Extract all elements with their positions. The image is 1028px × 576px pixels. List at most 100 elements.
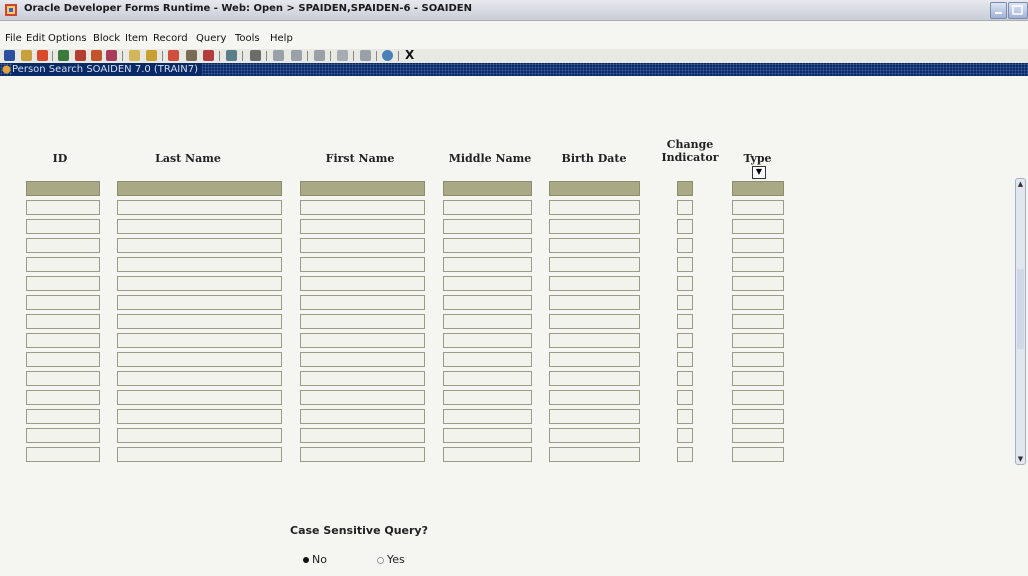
birth-date-field[interactable] — [549, 428, 640, 443]
id-field[interactable] — [26, 314, 100, 329]
type-field[interactable] — [732, 295, 784, 310]
type-field[interactable] — [732, 352, 784, 367]
last-name-field[interactable] — [117, 390, 282, 405]
last-name-field[interactable] — [117, 371, 282, 386]
previous-block-icon[interactable] — [75, 50, 86, 61]
change-indicator-field[interactable] — [677, 428, 693, 443]
case-sensitive-yes-radio[interactable]: Yes — [377, 553, 405, 566]
id-field[interactable] — [26, 257, 100, 272]
first-name-field[interactable] — [300, 333, 425, 348]
first-name-field[interactable] — [300, 257, 425, 272]
edit-field-icon[interactable] — [291, 50, 302, 61]
menu-tools[interactable]: Tools — [235, 33, 260, 44]
middle-name-field[interactable] — [443, 390, 532, 405]
tools-icon[interactable] — [360, 50, 371, 61]
save-icon[interactable] — [4, 50, 15, 61]
birth-date-field[interactable] — [549, 333, 640, 348]
type-field[interactable] — [732, 219, 784, 234]
change-indicator-field[interactable] — [677, 447, 693, 462]
first-name-field[interactable] — [300, 314, 425, 329]
last-name-field[interactable] — [117, 295, 282, 310]
change-indicator-field[interactable] — [677, 352, 693, 367]
last-name-field[interactable] — [117, 257, 282, 272]
menu-item[interactable]: Item — [125, 33, 148, 44]
birth-date-field[interactable] — [549, 200, 640, 215]
birth-date-field[interactable] — [549, 390, 640, 405]
middle-name-field[interactable] — [443, 295, 532, 310]
first-name-field[interactable] — [300, 295, 425, 310]
middle-name-field[interactable] — [443, 428, 532, 443]
last-name-field[interactable] — [117, 314, 282, 329]
first-name-field[interactable] — [300, 276, 425, 291]
insert-record-icon[interactable] — [91, 50, 102, 61]
cancel-query-icon[interactable] — [203, 50, 214, 61]
last-name-field[interactable] — [117, 276, 282, 291]
birth-date-field[interactable] — [549, 352, 640, 367]
menu-help[interactable]: Help — [270, 33, 293, 44]
change-indicator-field[interactable] — [677, 314, 693, 329]
id-field[interactable] — [26, 295, 100, 310]
id-field[interactable] — [26, 409, 100, 424]
menu-block[interactable]: Block — [93, 33, 120, 44]
last-name-field[interactable] — [117, 181, 282, 196]
type-field[interactable] — [732, 333, 784, 348]
type-field[interactable] — [732, 200, 784, 215]
type-dropdown-button[interactable]: ▼ — [752, 166, 766, 179]
last-name-field[interactable] — [117, 428, 282, 443]
change-indicator-field[interactable] — [677, 181, 693, 196]
menu-file[interactable]: File — [5, 33, 22, 44]
id-field[interactable] — [26, 333, 100, 348]
birth-date-field[interactable] — [549, 219, 640, 234]
id-field[interactable] — [26, 181, 100, 196]
exit-form-icon[interactable] — [37, 50, 48, 61]
type-field[interactable] — [732, 371, 784, 386]
list-values-icon[interactable] — [273, 50, 284, 61]
id-field[interactable] — [26, 200, 100, 215]
type-field[interactable] — [732, 257, 784, 272]
middle-name-field[interactable] — [443, 181, 532, 196]
id-field[interactable] — [26, 390, 100, 405]
type-field[interactable] — [732, 390, 784, 405]
first-name-field[interactable] — [300, 447, 425, 462]
execute-query-icon[interactable] — [146, 50, 157, 61]
middle-name-field[interactable] — [443, 409, 532, 424]
last-name-field[interactable] — [117, 447, 282, 462]
delete-record-icon[interactable] — [106, 50, 117, 61]
scroll-thumb[interactable] — [1017, 269, 1024, 349]
type-field[interactable] — [732, 447, 784, 462]
change-indicator-field[interactable] — [677, 409, 693, 424]
change-indicator-field[interactable] — [677, 219, 693, 234]
menu-options[interactable]: Options — [48, 33, 87, 44]
last-name-field[interactable] — [117, 219, 282, 234]
first-name-field[interactable] — [300, 352, 425, 367]
menu-edit[interactable]: Edit — [26, 33, 45, 44]
menu-record[interactable]: Record — [153, 33, 188, 44]
first-name-field[interactable] — [300, 390, 425, 405]
middle-name-field[interactable] — [443, 352, 532, 367]
type-field[interactable] — [732, 314, 784, 329]
last-name-field[interactable] — [117, 200, 282, 215]
scroll-down-icon[interactable]: ▼ — [1017, 455, 1024, 463]
options-icon[interactable] — [337, 50, 348, 61]
birth-date-field[interactable] — [549, 238, 640, 253]
help-icon[interactable] — [382, 50, 393, 61]
change-indicator-field[interactable] — [677, 238, 693, 253]
first-name-field[interactable] — [300, 181, 425, 196]
type-field[interactable] — [732, 276, 784, 291]
first-name-field[interactable] — [300, 409, 425, 424]
change-indicator-field[interactable] — [677, 295, 693, 310]
minimize-button[interactable] — [990, 2, 1007, 19]
id-field[interactable] — [26, 352, 100, 367]
change-indicator-field[interactable] — [677, 257, 693, 272]
birth-date-field[interactable] — [549, 371, 640, 386]
middle-name-field[interactable] — [443, 257, 532, 272]
middle-name-field[interactable] — [443, 371, 532, 386]
last-name-field[interactable] — [117, 352, 282, 367]
next-record-icon[interactable] — [186, 50, 197, 61]
change-indicator-field[interactable] — [677, 390, 693, 405]
id-field[interactable] — [26, 238, 100, 253]
change-indicator-field[interactable] — [677, 200, 693, 215]
enter-query-icon[interactable] — [129, 50, 140, 61]
id-field[interactable] — [26, 219, 100, 234]
print-icon[interactable] — [250, 50, 261, 61]
